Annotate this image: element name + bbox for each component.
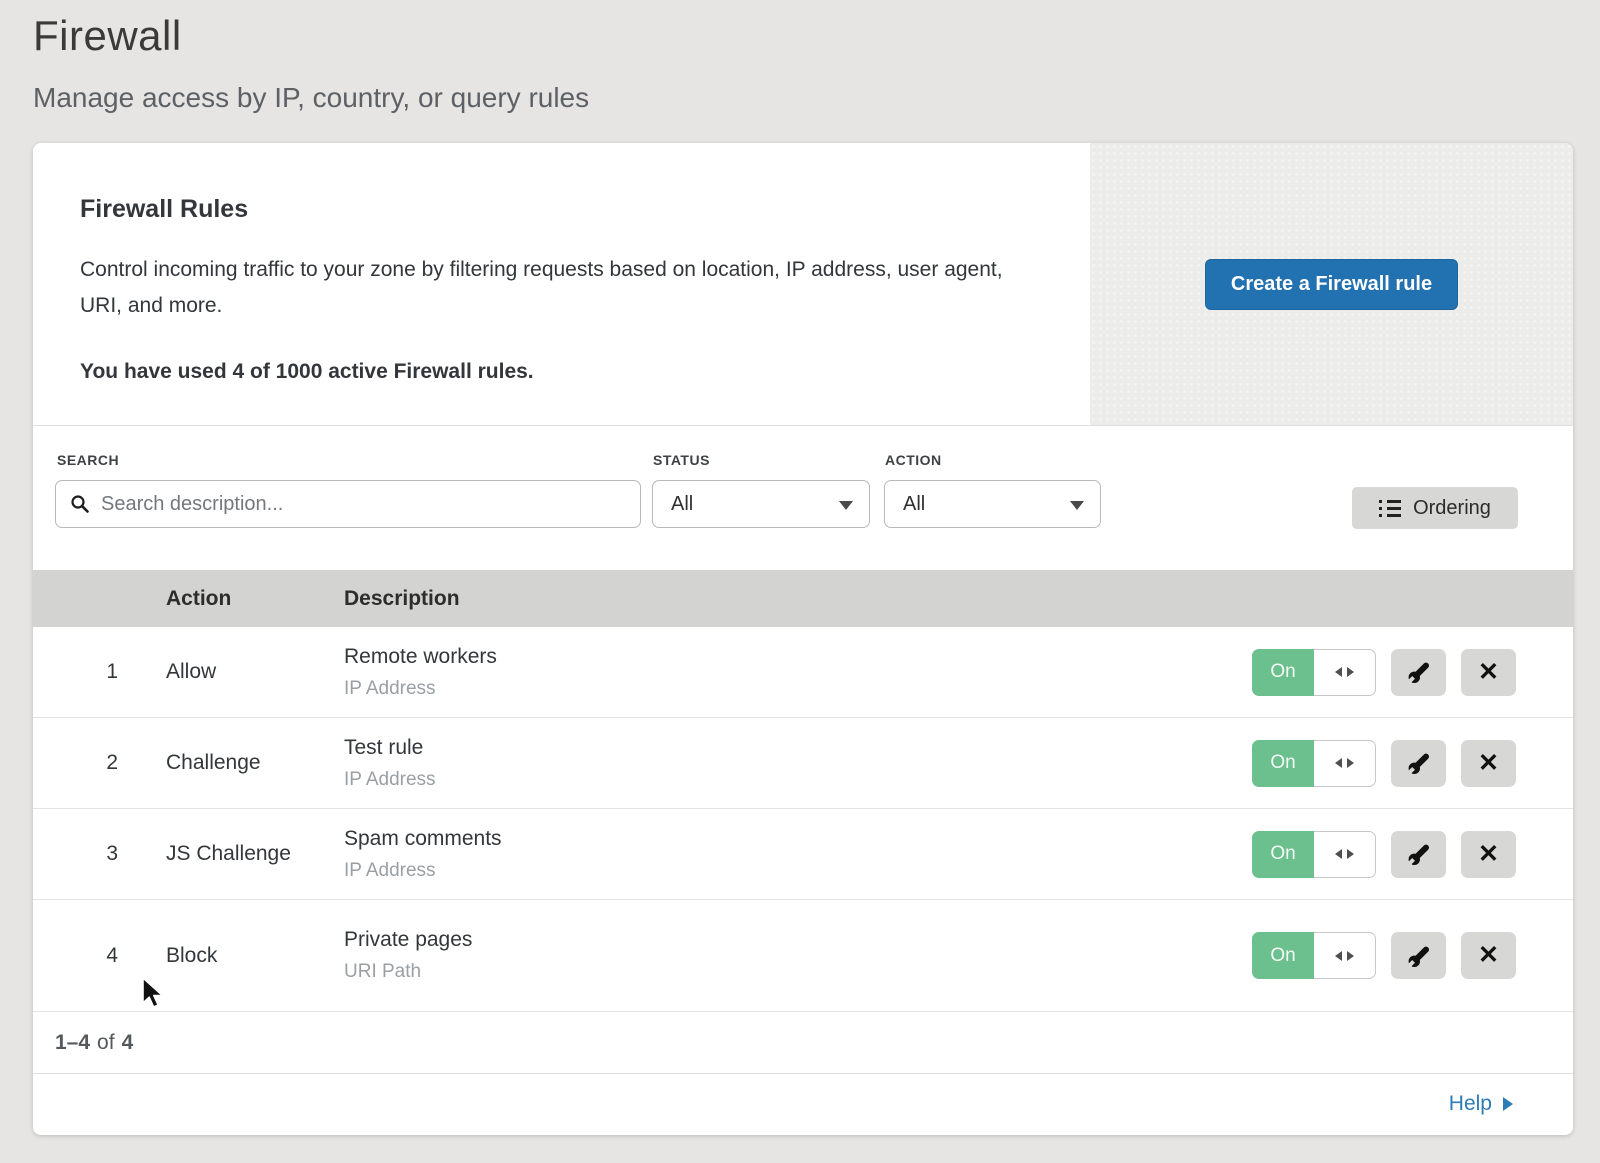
rule-description-cell: Test rule IP Address — [344, 736, 1252, 791]
help-link[interactable]: Help — [1449, 1092, 1513, 1116]
close-icon: ✕ — [1478, 943, 1499, 968]
help-row: Help — [33, 1074, 1573, 1134]
rule-controls: On ✕ — [1252, 932, 1516, 979]
delete-rule-button[interactable]: ✕ — [1461, 740, 1516, 787]
toggle-on-label: On — [1252, 649, 1314, 696]
rules-intro-text: Firewall Rules Control incoming traffic … — [33, 143, 1090, 425]
toggle-on-label: On — [1252, 740, 1314, 787]
delete-rule-button[interactable]: ✕ — [1461, 649, 1516, 696]
rule-description: Test rule — [344, 736, 1252, 760]
rule-enabled-toggle[interactable]: On — [1252, 649, 1376, 696]
close-icon: ✕ — [1478, 751, 1499, 776]
page-subtitle: Manage access by IP, country, or query r… — [33, 82, 1600, 114]
close-icon: ✕ — [1478, 842, 1499, 867]
table-row: 1 Allow Remote workers IP Address On ✕ — [33, 627, 1573, 718]
search-label: SEARCH — [57, 452, 119, 468]
edit-rule-button[interactable] — [1391, 740, 1446, 787]
status-label: STATUS — [653, 452, 710, 468]
create-rule-panel: Create a Firewall rule — [1090, 143, 1573, 425]
toggle-handle-icon — [1314, 831, 1376, 878]
chevron-down-icon — [1070, 501, 1084, 510]
rules-intro-section: Firewall Rules Control incoming traffic … — [33, 143, 1573, 426]
action-select[interactable]: All — [884, 480, 1101, 528]
wrench-icon — [1407, 842, 1431, 866]
chevron-down-icon — [839, 501, 853, 510]
close-icon: ✕ — [1478, 660, 1499, 685]
description-column-header: Description — [344, 587, 1573, 611]
rule-controls: On ✕ — [1252, 831, 1516, 878]
table-row: 2 Challenge Test rule IP Address On ✕ — [33, 718, 1573, 809]
delete-rule-button[interactable]: ✕ — [1461, 831, 1516, 878]
create-firewall-rule-button[interactable]: Create a Firewall rule — [1205, 259, 1458, 310]
toggle-handle-icon — [1314, 932, 1376, 979]
rule-description-cell: Private pages URI Path — [344, 928, 1252, 983]
status-selected-value: All — [671, 493, 693, 516]
search-input[interactable] — [101, 493, 626, 516]
table-header: Action Description — [33, 570, 1573, 627]
rule-description: Remote workers — [344, 645, 1252, 669]
toggle-handle-icon — [1314, 649, 1376, 696]
pagination-range: 1–4 — [55, 1031, 90, 1055]
pagination-total: 4 — [122, 1031, 134, 1055]
help-link-label: Help — [1449, 1092, 1492, 1116]
rule-controls: On ✕ — [1252, 740, 1516, 787]
search-icon — [70, 494, 90, 514]
rule-description: Spam comments — [344, 827, 1252, 851]
rule-priority: 2 — [33, 751, 118, 775]
search-box[interactable] — [55, 480, 641, 528]
rule-action: Allow — [166, 660, 344, 684]
rule-enabled-toggle[interactable]: On — [1252, 831, 1376, 878]
toggle-on-label: On — [1252, 831, 1314, 878]
delete-rule-button[interactable]: ✕ — [1461, 932, 1516, 979]
rule-action: Block — [166, 944, 344, 968]
pagination-of: of — [97, 1031, 115, 1055]
rule-description: Private pages — [344, 928, 1252, 952]
firewall-rules-card: Firewall Rules Control incoming traffic … — [33, 143, 1573, 1135]
filters-bar: SEARCH STATUS All ACTION All Ordering — [33, 426, 1573, 570]
wrench-icon — [1407, 660, 1431, 684]
rules-usage-text: You have used 4 of 1000 active Firewall … — [80, 360, 1030, 384]
rule-match-type: IP Address — [344, 678, 1252, 700]
rules-description: Control incoming traffic to your zone by… — [80, 252, 1030, 324]
edit-rule-button[interactable] — [1391, 831, 1446, 878]
rule-description-cell: Remote workers IP Address — [344, 645, 1252, 700]
rule-priority: 1 — [33, 660, 118, 684]
ordered-list-icon — [1379, 500, 1401, 517]
edit-rule-button[interactable] — [1391, 932, 1446, 979]
rule-action: Challenge — [166, 751, 344, 775]
ordering-button[interactable]: Ordering — [1352, 487, 1518, 529]
toggle-handle-icon — [1314, 740, 1376, 787]
pagination-footer: 1–4 of 4 — [33, 1012, 1573, 1074]
edit-rule-button[interactable] — [1391, 649, 1446, 696]
action-column-header: Action — [166, 587, 344, 611]
rule-match-type: URI Path — [344, 961, 1252, 983]
rule-enabled-toggle[interactable]: On — [1252, 740, 1376, 787]
table-row: 3 JS Challenge Spam comments IP Address … — [33, 809, 1573, 900]
rule-match-type: IP Address — [344, 769, 1252, 791]
rule-controls: On ✕ — [1252, 649, 1516, 696]
page-title: Firewall — [33, 12, 1600, 60]
rule-action: JS Challenge — [166, 842, 344, 866]
toggle-on-label: On — [1252, 932, 1314, 979]
page-header: Firewall Manage access by IP, country, o… — [0, 0, 1600, 114]
table-row: 4 Block Private pages URI Path On ✕ — [33, 900, 1573, 1012]
rule-description-cell: Spam comments IP Address — [344, 827, 1252, 882]
rule-priority: 3 — [33, 842, 118, 866]
action-selected-value: All — [903, 493, 925, 516]
rule-priority: 4 — [33, 944, 118, 968]
status-select[interactable]: All — [652, 480, 870, 528]
wrench-icon — [1407, 944, 1431, 968]
arrow-right-icon — [1503, 1097, 1513, 1111]
wrench-icon — [1407, 751, 1431, 775]
rule-match-type: IP Address — [344, 860, 1252, 882]
ordering-button-label: Ordering — [1413, 497, 1491, 520]
action-label: ACTION — [885, 452, 942, 468]
rules-heading: Firewall Rules — [80, 195, 1030, 224]
rule-enabled-toggle[interactable]: On — [1252, 932, 1376, 979]
